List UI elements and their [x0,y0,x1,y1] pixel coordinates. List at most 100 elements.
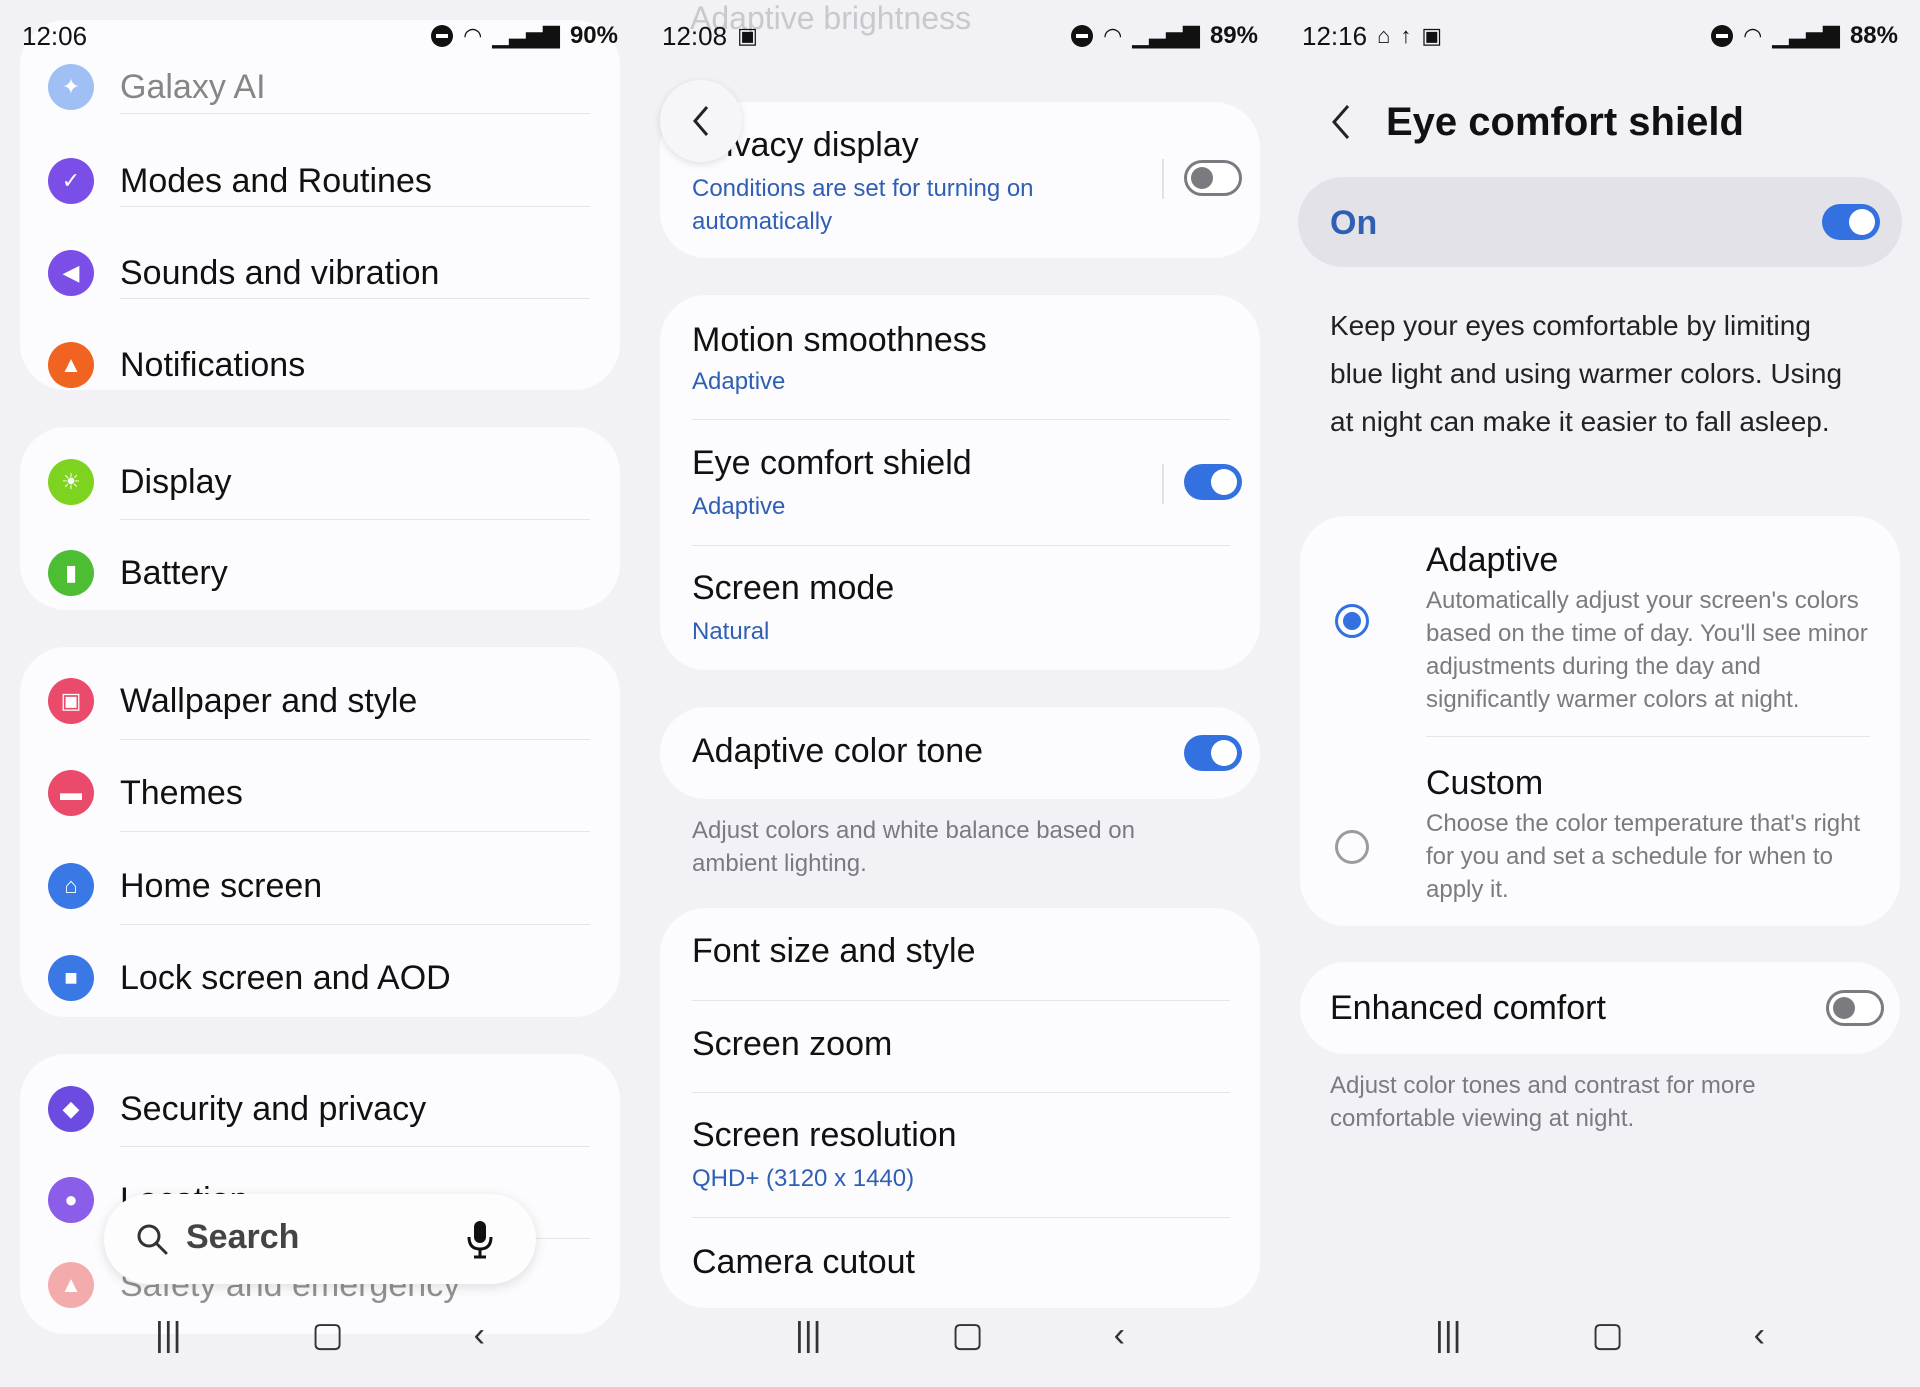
eye-comfort-shield-value: Adaptive [692,493,786,520]
settings-group-2: ☀ Display ▮ Battery [20,427,620,610]
do-not-disturb-icon [1071,25,1094,47]
settings-item-wallpaper-and-style[interactable]: ▣ Wallpaper and style [20,666,620,736]
screen-mode-title: Screen mode [692,569,895,607]
divider [120,924,590,925]
screen-resolution-title: Screen resolution [692,1116,957,1154]
back-icon[interactable]: ‹ [1754,1316,1765,1355]
schedule-options-card: Adaptive Automatically adjust your scree… [1300,516,1900,926]
settings-item-label: Lock screen and AOD [120,958,451,997]
settings-item-display[interactable]: ☀ Display [20,447,620,517]
settings-item-home-screen[interactable]: ⌂ Home screen [20,851,620,921]
status-bar: 12:06 ◠ ▁▃▅▇ 90% [22,18,618,54]
screen-zoom-item[interactable]: Screen zoom [660,1000,1260,1092]
settings-item-themes[interactable]: ▬ Themes [20,758,620,828]
privacy-display-toggle[interactable] [1184,160,1242,196]
do-not-disturb-icon [431,25,454,47]
divider [1162,159,1164,199]
custom-description: Choose the color temperature that's righ… [1426,810,1861,903]
home-button-icon[interactable]: ▢ [952,1315,984,1355]
settings-item-label: Wallpaper and style [120,681,418,720]
do-not-disturb-icon [1711,25,1734,47]
motion-smoothness-item[interactable]: Motion smoothness Adaptive [660,295,1260,420]
home-button-icon[interactable]: ▢ [312,1315,344,1355]
search-bar[interactable]: Search [104,1194,536,1284]
status-time: 12:06 [22,20,88,51]
description-text: Keep your eyes comfortable by limiting b… [1330,310,1843,437]
screenshot-icon: ▣ [1421,23,1443,48]
back-button[interactable] [660,80,742,162]
option-adaptive[interactable]: Adaptive Automatically adjust your scree… [1300,516,1900,732]
recent-apps-icon[interactable]: ||| [795,1316,822,1355]
divider [120,519,590,520]
master-switch-bar[interactable]: On [1298,177,1902,267]
signal-icon: ▁▃▅▇ [1772,23,1840,48]
settings-group-1: ✦ Galaxy AI ✓ Modes and Routines ◀ Sound… [20,20,620,390]
screen-resolution-item[interactable]: Screen resolution QHD+ (3120 x 1440) [660,1092,1260,1216]
recent-apps-icon[interactable]: ||| [1435,1316,1462,1355]
settings-group-3: ▣ Wallpaper and style ▬ Themes ⌂ Home sc… [20,647,620,1017]
screen-mode-item[interactable]: Screen mode Natural [660,545,1260,670]
settings-item-security-and-privacy[interactable]: ◆ Security and privacy [20,1074,620,1144]
home-status-icon: ⌂ [1377,23,1391,48]
privacy-display-card[interactable]: Privacy display Conditions are set for t… [660,102,1260,258]
settings-item-galaxy-ai[interactable]: ✦ Galaxy AI [20,52,620,122]
enhanced-comfort-toggle[interactable] [1826,990,1884,1026]
screen-resolution-value: QHD+ (3120 x 1440) [692,1165,915,1192]
search-placeholder: Search [186,1218,300,1256]
battery-icon: ▮ [48,550,94,596]
adaptive-color-tone-toggle[interactable] [1184,735,1242,771]
settings-item-label: Display [120,462,232,501]
status-bar: 12:08 ▣ ◠ ▁▃▅▇ 89% [662,18,1258,54]
display-options-card: Motion smoothness Adaptive Eye comfort s… [660,295,1260,670]
upload-icon: ↑ [1400,23,1412,48]
wifi-icon: ◠ [1743,23,1763,48]
master-switch-toggle[interactable] [1822,204,1880,240]
navigation-bar: ||| ▢ ‹ [0,1305,640,1365]
divider [1162,464,1164,504]
adaptive-radio[interactable] [1335,604,1369,638]
eye-comfort-shield-item[interactable]: Eye comfort shield Adaptive [660,420,1260,545]
location-icon: ● [48,1177,94,1223]
camera-cutout-title: Camera cutout [692,1243,915,1281]
font-size-and-style-item[interactable]: Font size and style [660,908,1260,1000]
recent-apps-icon[interactable]: ||| [155,1316,182,1355]
back-chevron-icon[interactable] [1328,102,1356,142]
screen-zoom-title: Screen zoom [692,1025,893,1063]
custom-title: Custom [1426,764,1544,802]
settings-item-label: Notifications [120,345,306,384]
divider [120,1146,590,1147]
settings-item-label: Home screen [120,866,323,905]
back-icon[interactable]: ‹ [1114,1316,1125,1355]
microphone-icon[interactable] [464,1219,496,1259]
sun-icon: ☀ [48,459,94,505]
brush-icon: ▬ [48,770,94,816]
custom-radio[interactable] [1335,830,1369,864]
chevron-left-icon [693,106,709,136]
settings-item-notifications[interactable]: ▲ Notifications [20,330,620,400]
adaptive-title: Adaptive [1426,541,1559,579]
enhanced-comfort-title: Enhanced comfort [1330,989,1606,1027]
eye-comfort-shield-toggle[interactable] [1184,464,1242,500]
settings-item-battery[interactable]: ▮ Battery [20,538,620,608]
privacy-display-subtitle: Conditions are set for turning on automa… [692,175,1034,235]
back-icon[interactable]: ‹ [474,1316,485,1355]
adaptive-color-tone-card[interactable]: Adaptive color tone [660,707,1260,799]
navigation-bar: ||| ▢ ‹ [1280,1305,1920,1365]
signal-icon: ▁▃▅▇ [492,23,560,48]
option-custom[interactable]: Custom Choose the color temperature that… [1300,736,1900,926]
settings-item-label: Galaxy AI [120,67,266,106]
settings-item-lock-screen[interactable]: ■ Lock screen and AOD [20,943,620,1013]
settings-item-label: Security and privacy [120,1089,427,1128]
enhanced-comfort-card[interactable]: Enhanced comfort [1300,962,1900,1054]
enhanced-comfort-helper: Adjust color tones and contrast for more… [1330,1072,1756,1132]
lock-icon: ■ [48,955,94,1001]
status-time: 12:16 [1302,20,1368,51]
page-title: Eye comfort shield [1386,100,1744,144]
camera-cutout-item[interactable]: Camera cutout [660,1217,1260,1297]
sparkle-icon: ✦ [48,64,94,110]
home-icon: ⌂ [48,863,94,909]
home-button-icon[interactable]: ▢ [1592,1315,1624,1355]
status-bar: 12:16 ⌂ ↑ ▣ ◠ ▁▃▅▇ 88% [1302,18,1898,54]
bell-icon: ▲ [48,342,94,388]
master-switch-label: On [1330,204,1378,242]
